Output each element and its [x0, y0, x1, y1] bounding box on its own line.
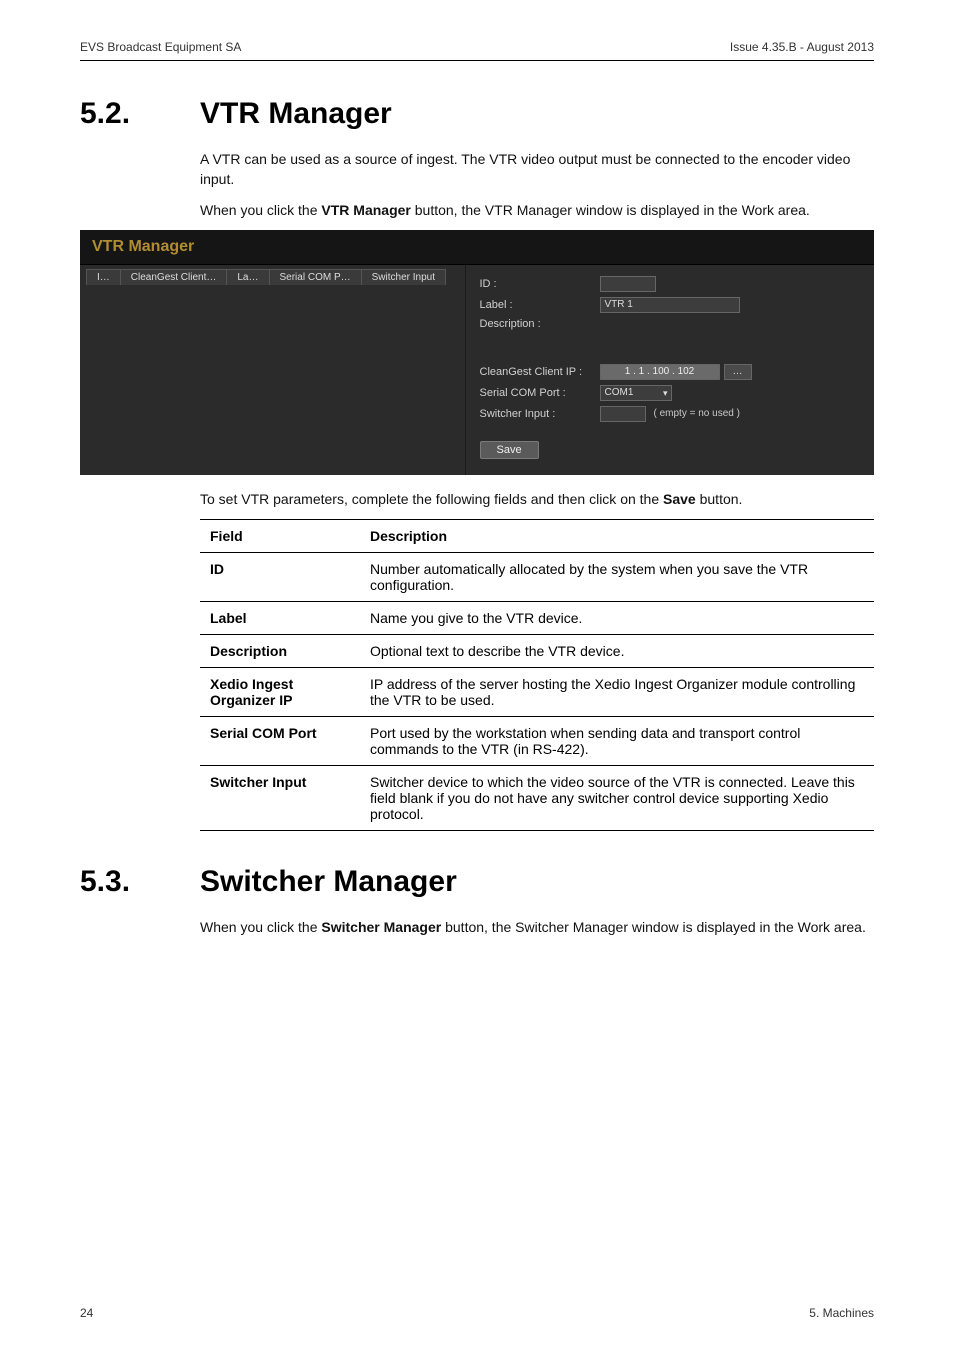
label-field[interactable]: VTR 1 — [600, 297, 740, 313]
serial-port-label: Serial COM Port : — [480, 387, 600, 399]
page-footer: 24 5. Machines — [80, 1306, 874, 1320]
th-field: Field — [200, 520, 360, 553]
serial-port-dropdown[interactable]: COM1 ▾ — [600, 385, 672, 401]
description-field[interactable] — [600, 318, 780, 348]
cg-ip-label: CleanGest Client IP : — [480, 366, 600, 378]
vtr-manager-window: VTR Manager I… CleanGest Client… La… Ser… — [80, 230, 874, 475]
list-col-serial[interactable]: Serial COM P… — [269, 269, 361, 285]
section-title: VTR Manager — [200, 97, 392, 131]
section-number: 5.2. — [80, 97, 200, 131]
section-5-3-para: When you click the Switcher Manager butt… — [200, 917, 874, 937]
cg-ip-field[interactable]: 1 . 1 . 100 . 102 — [600, 364, 720, 380]
list-col-switcher[interactable]: Switcher Input — [361, 269, 446, 285]
table-caption: To set VTR parameters, complete the foll… — [200, 489, 874, 509]
header-right: Issue 4.35.B - August 2013 — [730, 40, 874, 54]
ip-browse-button[interactable]: … — [724, 364, 752, 380]
switcher-hint: ( empty = no used ) — [654, 408, 740, 419]
section-number: 5.3. — [80, 865, 200, 899]
vtr-form-panel: ID : Label : VTR 1 Description : CleanGe… — [466, 265, 875, 475]
chevron-down-icon: ▾ — [663, 388, 668, 399]
switcher-input-field[interactable] — [600, 406, 646, 422]
fields-table: Field Description ID Number automaticall… — [200, 519, 874, 831]
table-row: Serial COM Port Port used by the worksta… — [200, 717, 874, 766]
description-label: Description : — [480, 318, 600, 330]
th-description: Description — [360, 520, 874, 553]
section-title: Switcher Manager — [200, 865, 457, 899]
section-5-2-para-1: A VTR can be used as a source of ingest.… — [200, 149, 874, 190]
save-button[interactable]: Save — [480, 441, 539, 459]
vtr-list-panel: I… CleanGest Client… La… Serial COM P… S… — [80, 265, 466, 475]
footer-section: 5. Machines — [809, 1306, 874, 1320]
section-5-2-heading: 5.2. VTR Manager — [80, 97, 874, 131]
id-label: ID : — [480, 278, 600, 290]
header-left: EVS Broadcast Equipment SA — [80, 40, 241, 54]
list-col-id[interactable]: I… — [86, 269, 120, 285]
table-row: Switcher Input Switcher device to which … — [200, 766, 874, 831]
list-header-row: I… CleanGest Client… La… Serial COM P… S… — [80, 269, 465, 285]
table-row: Xedio Ingest Organizer IP IP address of … — [200, 668, 874, 717]
id-field[interactable] — [600, 276, 656, 292]
table-row: Description Optional text to describe th… — [200, 635, 874, 668]
table-row: Label Name you give to the VTR device. — [200, 602, 874, 635]
list-col-label[interactable]: La… — [226, 269, 268, 285]
label-label: Label : — [480, 299, 600, 311]
list-col-client[interactable]: CleanGest Client… — [120, 269, 227, 285]
switcher-input-label: Switcher Input : — [480, 408, 600, 420]
page-number: 24 — [80, 1306, 93, 1320]
table-row: ID Number automatically allocated by the… — [200, 553, 874, 602]
section-5-3-heading: 5.3. Switcher Manager — [80, 865, 874, 899]
page-header: EVS Broadcast Equipment SA Issue 4.35.B … — [80, 40, 874, 61]
window-title: VTR Manager — [80, 230, 874, 265]
section-5-2-para-2: When you click the VTR Manager button, t… — [200, 200, 874, 220]
